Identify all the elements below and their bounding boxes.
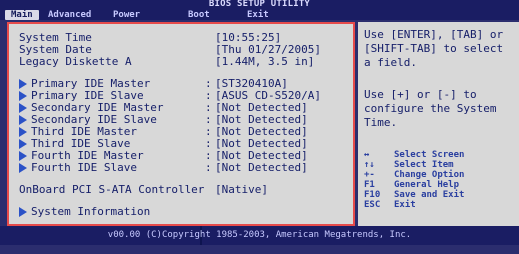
help-line: [SHIFT-TAB] to select xyxy=(364,42,504,55)
help-line: a field. xyxy=(364,56,417,69)
tab-advanced[interactable]: Advanced xyxy=(48,10,91,20)
key-legend-key: ↑↓ xyxy=(364,160,375,170)
key-legend-desc: Change Option xyxy=(394,170,465,180)
key-legend-desc: Select Item xyxy=(394,160,454,170)
key-legend-desc: General Help xyxy=(394,180,460,190)
submenu-arrow-icon xyxy=(19,139,27,149)
help-line: Use [ENTER], [TAB] or xyxy=(364,28,504,41)
help-line: configure the System xyxy=(364,102,497,115)
key-legend-desc: Select Screen xyxy=(394,150,465,160)
tab-main[interactable]: Main xyxy=(5,10,39,20)
submenu-arrow-icon xyxy=(19,163,27,173)
submenu-arrow-icon xyxy=(19,91,27,101)
main-settings-panel: System Time [10:55:25] System Date [Thu … xyxy=(7,22,355,226)
submenu-arrow-icon xyxy=(19,127,27,137)
legacy-diskette-value[interactable]: [1.44M, 3.5 in] xyxy=(215,56,314,68)
copyright-text: v00.00 (C)Copyright 1985-2003, American … xyxy=(107,230,412,240)
tab-exit[interactable]: Exit xyxy=(247,10,269,20)
help-line: Time. xyxy=(364,116,398,129)
submenu-arrow-icon xyxy=(19,207,27,217)
help-line: Use [+] or [-] to xyxy=(364,88,477,101)
submenu-arrow-icon xyxy=(19,115,27,125)
system-information-label: System Information xyxy=(31,205,151,218)
tab-power[interactable]: Power xyxy=(113,10,140,20)
bios-title: BIOS SETUP UTILITY xyxy=(208,0,311,9)
submenu-arrow-icon xyxy=(19,151,27,161)
key-legend-desc: Exit xyxy=(394,200,416,210)
submenu-arrow-icon xyxy=(19,103,27,113)
help-panel: Use [ENTER], [TAB] or [SHIFT-TAB] to sel… xyxy=(358,22,519,226)
ide-item-value[interactable]: [Not Detected] xyxy=(215,162,308,174)
key-legend-desc: Save and Exit xyxy=(394,190,465,200)
top-menu-bar: BIOS SETUP UTILITY Main Advanced Power B… xyxy=(0,0,519,20)
key-legend-key: ESC xyxy=(364,200,381,210)
legacy-diskette-label: Legacy Diskette A xyxy=(19,55,132,68)
tab-boot[interactable]: Boot xyxy=(188,10,210,20)
submenu-arrow-icon xyxy=(19,79,27,89)
ide-item-label: Fourth IDE Slave xyxy=(31,161,137,174)
key-legend-key: +- xyxy=(364,170,375,180)
key-legend-key: ↔ xyxy=(364,150,370,160)
key-legend-key: F10 xyxy=(364,190,381,200)
onboard-pci-sata-label: OnBoard PCI S-ATA Controller xyxy=(19,183,205,196)
onboard-pci-sata-value[interactable]: [Native] xyxy=(215,184,268,196)
key-legend-key: F1 xyxy=(364,180,375,190)
ide-item-colon: : xyxy=(205,161,212,174)
